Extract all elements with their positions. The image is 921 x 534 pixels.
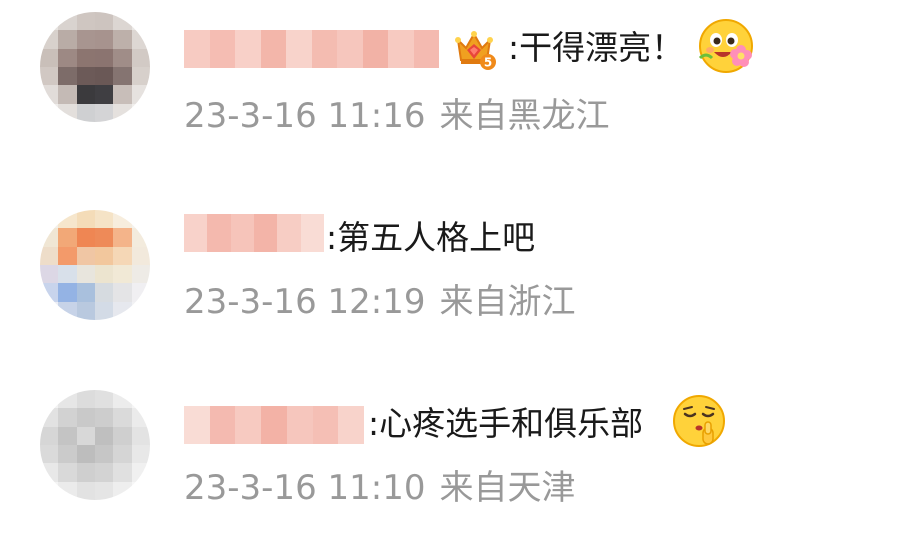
avatar[interactable] xyxy=(40,210,150,320)
comment-text: :第五人格上吧 xyxy=(326,218,536,257)
username-blurred[interactable] xyxy=(184,214,324,252)
comment-meta: 23-3-16 11:10 来自天津 xyxy=(184,468,590,508)
comment-location: 来自天津 xyxy=(439,468,576,508)
comment-location: 来自浙江 xyxy=(439,282,576,322)
flower-smile-emoji-icon xyxy=(696,16,756,76)
svg-text:5: 5 xyxy=(484,56,492,70)
comment-text: :心疼选手和俱乐部 xyxy=(368,404,644,443)
comment-time: 23-3-16 11:16 xyxy=(184,96,426,136)
username-blurred[interactable] xyxy=(184,30,439,68)
shush-emoji-icon xyxy=(670,392,728,450)
username-blurred[interactable] xyxy=(184,406,365,444)
comment-meta: 23-3-16 12:19 来自浙江 xyxy=(184,282,590,322)
avatar[interactable] xyxy=(40,12,150,122)
comment-meta: 23-3-16 11:16 来自黑龙江 xyxy=(184,96,624,136)
crown-badge-icon[interactable]: 5 xyxy=(450,26,498,72)
comment-text: :干得漂亮！ xyxy=(508,28,685,67)
comment-item: 5 :干得漂亮！ 23-3-16 11:16 来自黑龙江 xyxy=(0,0,921,170)
comment-time: 23-3-16 11:10 xyxy=(184,468,426,508)
comment-item: :心疼选手和俱乐部 23-3-16 11:10 来自天津 xyxy=(0,362,921,532)
comment-location: 来自黑龙江 xyxy=(439,96,610,136)
avatar[interactable] xyxy=(40,390,150,500)
comment-item: :第五人格上吧 23-3-16 12:19 来自浙江 xyxy=(0,182,921,352)
comment-time: 23-3-16 12:19 xyxy=(184,282,426,322)
